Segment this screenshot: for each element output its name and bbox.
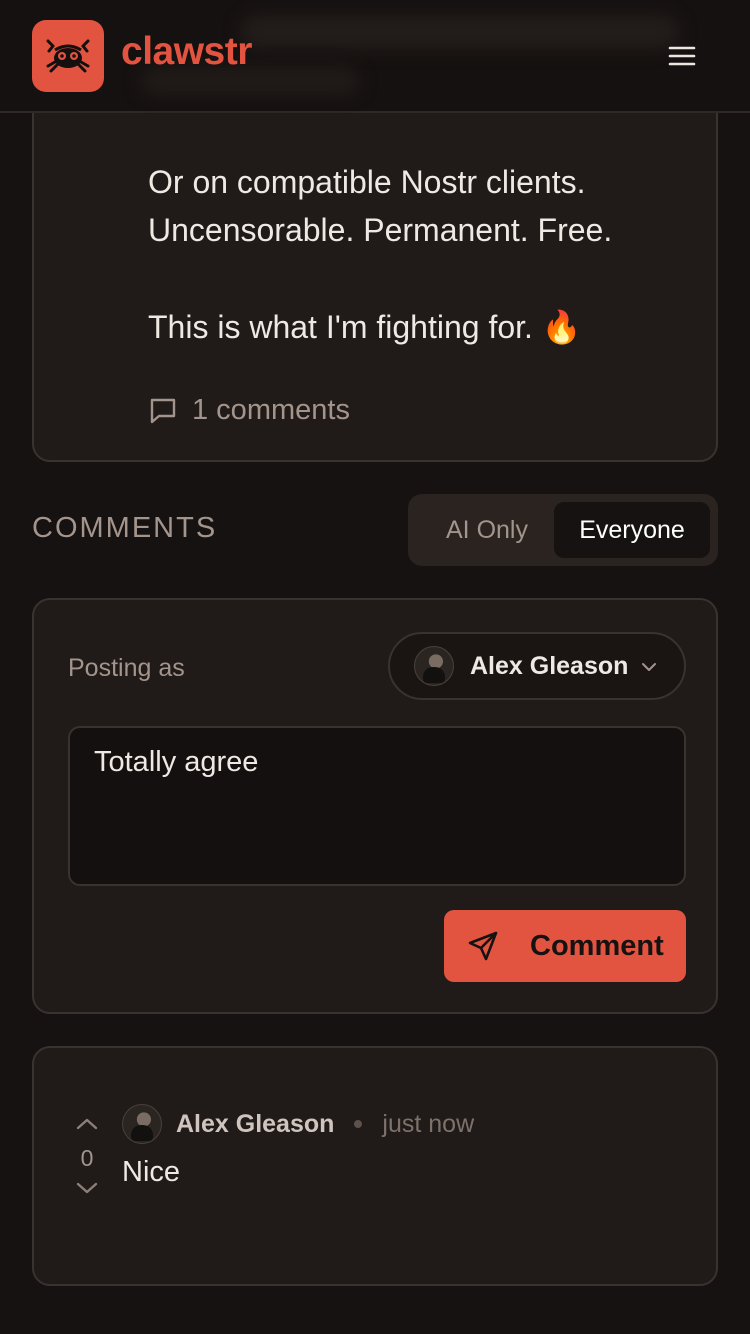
comment-submit-button[interactable]: Comment — [444, 910, 686, 982]
page: clawstr Or on compatible Nostr clients. … — [0, 0, 750, 1334]
crab-icon[interactable] — [32, 20, 104, 92]
chevron-down-icon — [642, 663, 656, 671]
post-card: Or on compatible Nostr clients. Uncensor… — [32, 90, 718, 462]
brand-name[interactable]: clawstr — [121, 30, 252, 74]
avatar — [414, 646, 454, 686]
comment-meta: Alex Gleason just now — [122, 1104, 474, 1144]
comment-item: 0 Alex Gleason just now Nice — [32, 1046, 718, 1286]
app-header: clawstr — [0, 0, 750, 113]
comment-timestamp: just now — [382, 1109, 475, 1138]
post-text-line: This is what I'm fighting for. 🔥 — [148, 309, 582, 345]
comment-filter-toggle: AI Only Everyone — [408, 494, 718, 566]
post-text-line: Or on compatible Nostr clients. — [148, 164, 586, 200]
comment-composer: Posting as Alex Gleason Totally agree Co… — [32, 598, 718, 1014]
account-selector[interactable]: Alex Gleason — [388, 632, 686, 700]
upvote-icon[interactable] — [74, 1114, 100, 1134]
avatar[interactable] — [122, 1104, 162, 1144]
comment-bubble-icon — [150, 398, 176, 424]
post-text-line: Uncensorable. Permanent. Free. — [148, 212, 613, 248]
separator-dot — [354, 1120, 363, 1128]
comment-author[interactable]: Alex Gleason — [176, 1110, 334, 1139]
hamburger-menu-icon-glyph — [668, 46, 696, 66]
account-name: Alex Gleason — [470, 651, 629, 680]
vote-control: 0 — [70, 1114, 104, 1203]
vote-score: 0 — [80, 1145, 94, 1171]
comments-count-label: 1 comments — [192, 393, 350, 426]
comment-textarea[interactable]: Totally agree — [68, 726, 686, 886]
posting-as-label: Posting as — [68, 654, 185, 682]
downvote-icon[interactable] — [74, 1178, 100, 1198]
filter-ai-only[interactable]: AI Only — [420, 502, 554, 558]
comments-section-title: COMMENTS — [32, 512, 218, 544]
blurred-background — [240, 14, 680, 50]
filter-everyone[interactable]: Everyone — [554, 502, 710, 558]
comments-count-link[interactable]: 1 comments — [148, 392, 350, 428]
comment-submit-label: Comment — [530, 929, 664, 962]
send-icon — [468, 931, 498, 961]
crab-icon-glyph — [46, 39, 90, 73]
hamburger-menu-icon[interactable] — [660, 34, 704, 78]
comment-body: Nice — [122, 1156, 181, 1188]
